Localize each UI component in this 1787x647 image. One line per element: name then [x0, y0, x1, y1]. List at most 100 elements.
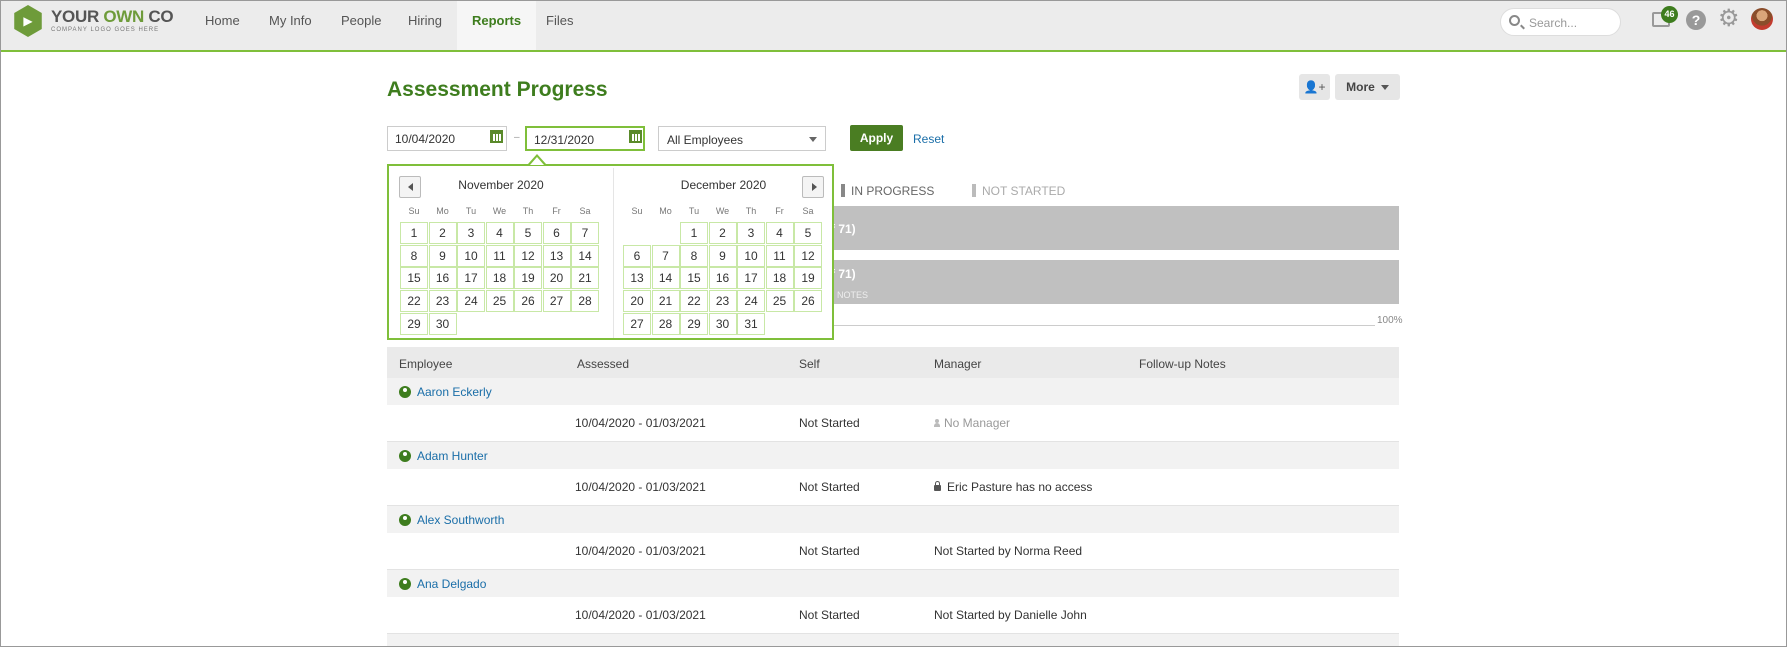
- calendar-day[interactable]: 23: [428, 290, 457, 313]
- calendar-day[interactable]: 19: [794, 267, 822, 290]
- calendar-day[interactable]: 28: [571, 290, 599, 313]
- calendar-day[interactable]: 27: [623, 312, 651, 335]
- weekday-header: Su Mo Tu We Th Fr Sa: [623, 206, 823, 220]
- calendar-day[interactable]: 29: [680, 312, 708, 335]
- calendar-day[interactable]: 10: [737, 244, 765, 267]
- column-manager[interactable]: Manager: [934, 357, 981, 371]
- calendar-day[interactable]: 22: [400, 290, 428, 313]
- nav-tab-files[interactable]: Files: [531, 0, 588, 50]
- column-notes[interactable]: Follow-up Notes: [1139, 357, 1226, 371]
- nav-tab-home[interactable]: Home: [190, 0, 255, 50]
- calendar-day[interactable]: 7: [651, 244, 680, 267]
- apply-button[interactable]: Apply: [850, 125, 903, 151]
- calendar-day[interactable]: 9: [428, 244, 457, 267]
- calendar-day[interactable]: 11: [485, 244, 514, 267]
- calendar-day[interactable]: 24: [737, 290, 765, 313]
- calendar-day[interactable]: 19: [514, 267, 542, 290]
- employee-select[interactable]: All Employees: [658, 126, 826, 151]
- search-placeholder: Search...: [1529, 16, 1578, 30]
- calendar-day[interactable]: 26: [514, 290, 542, 313]
- calendar-day[interactable]: 10: [457, 244, 485, 267]
- calendar-day[interactable]: 22: [680, 290, 708, 313]
- employee-name-link[interactable]: Adam Hunter: [417, 449, 488, 463]
- add-person-button[interactable]: 👤+: [1299, 74, 1330, 100]
- assessed-range: 10/04/2020 - 01/03/2021: [575, 608, 706, 622]
- calendar-day[interactable]: 7: [571, 222, 599, 244]
- calendar-day[interactable]: 4: [765, 222, 794, 244]
- nav-tab-my-info[interactable]: My Info: [254, 0, 327, 50]
- nav-tab-people[interactable]: People: [326, 0, 396, 50]
- calendar-day[interactable]: 30: [708, 312, 737, 335]
- calendar-day[interactable]: 1: [680, 222, 708, 244]
- start-date-input[interactable]: 10/04/2020: [387, 126, 507, 151]
- calendar-day[interactable]: 17: [457, 267, 485, 290]
- day-grid: 1 2 3 4 5 6 7 8 9 10 11 12 13 14 15 16 17 18 19 20 21 22 23 24 2…: [400, 222, 600, 337]
- employee-name-link[interactable]: Aaron Eckerly: [417, 385, 492, 399]
- calendar-day[interactable]: 5: [794, 222, 822, 244]
- help-icon[interactable]: ?: [1686, 10, 1706, 30]
- calendar-day[interactable]: 25: [765, 290, 794, 313]
- calendar-day[interactable]: 6: [623, 244, 651, 267]
- calendar-day[interactable]: 13: [542, 244, 571, 267]
- calendar-day[interactable]: 16: [428, 267, 457, 290]
- calendar-day[interactable]: 8: [400, 244, 428, 267]
- calendar-day[interactable]: 30: [428, 312, 457, 335]
- user-avatar[interactable]: [1751, 8, 1773, 30]
- calendar-day[interactable]: 3: [737, 222, 765, 244]
- calendar-day[interactable]: 9: [708, 244, 737, 267]
- calendar-day[interactable]: 17: [737, 267, 765, 290]
- calendar-day[interactable]: 21: [571, 267, 599, 290]
- calendar-day[interactable]: 20: [623, 290, 651, 313]
- calendar-day[interactable]: 24: [457, 290, 485, 313]
- calendar-day[interactable]: 21: [651, 290, 680, 313]
- calendar-day[interactable]: 4: [485, 222, 514, 244]
- calendar-day[interactable]: 6: [542, 222, 571, 244]
- nav-tab-reports[interactable]: Reports: [457, 0, 537, 50]
- calendar-day[interactable]: 2: [428, 222, 457, 244]
- calendar-icon[interactable]: [629, 130, 642, 143]
- calendar-day[interactable]: 18: [485, 267, 514, 290]
- calendar-day[interactable]: 18: [765, 267, 794, 290]
- nav-tab-hiring[interactable]: Hiring: [393, 0, 457, 50]
- calendar-day[interactable]: 3: [457, 222, 485, 244]
- calendar-day[interactable]: 11: [765, 244, 794, 267]
- calendar-day[interactable]: 14: [571, 244, 599, 267]
- calendar-day[interactable]: 25: [485, 290, 514, 313]
- calendar-day[interactable]: 31: [737, 312, 765, 335]
- table-row-employee: Alex Southworth: [387, 506, 1399, 533]
- company-logo[interactable]: ▶ YOUR OWN CO COMPANY LOGO GOES HERE: [12, 5, 174, 37]
- calendar-day[interactable]: 8: [680, 244, 708, 267]
- calendar-day[interactable]: 20: [542, 267, 571, 290]
- search-input[interactable]: Search...: [1500, 8, 1621, 36]
- calendar-day[interactable]: 12: [794, 244, 822, 267]
- more-button[interactable]: More: [1335, 74, 1400, 100]
- column-self[interactable]: Self: [799, 357, 820, 371]
- employee-name-link[interactable]: Alex Southworth: [417, 513, 504, 527]
- calendar-day[interactable]: 29: [400, 312, 428, 335]
- reset-link[interactable]: Reset: [913, 132, 944, 146]
- person-icon: [934, 419, 940, 427]
- weekday-label: We: [715, 206, 730, 216]
- employee-name-link[interactable]: Ana Delgado: [417, 577, 486, 591]
- gear-icon[interactable]: ⚙: [1718, 7, 1740, 31]
- calendar-day[interactable]: 26: [794, 290, 822, 313]
- calendar-day[interactable]: 27: [542, 290, 571, 313]
- calendar-day[interactable]: 13: [623, 267, 651, 290]
- table-header: Employee Assessed Self Manager Follow-up…: [387, 347, 1399, 378]
- logo-play-icon: ▶: [14, 5, 42, 37]
- calendar-day[interactable]: 15: [680, 267, 708, 290]
- column-employee[interactable]: Employee: [399, 357, 452, 371]
- calendar-day[interactable]: 5: [514, 222, 542, 244]
- calendar-day[interactable]: 15: [400, 267, 428, 290]
- column-assessed[interactable]: Assessed: [577, 357, 629, 371]
- calendar-day[interactable]: 12: [514, 244, 542, 267]
- calendar-icon[interactable]: [490, 130, 503, 143]
- calendar-day[interactable]: 28: [651, 312, 680, 335]
- calendar-day[interactable]: 14: [651, 267, 680, 290]
- calendar-day[interactable]: 2: [708, 222, 737, 244]
- calendar-day[interactable]: 1: [400, 222, 428, 244]
- end-date-input[interactable]: 12/31/2020: [525, 126, 645, 151]
- calendar-day[interactable]: 23: [708, 290, 737, 313]
- calendar-day[interactable]: 16: [708, 267, 737, 290]
- legend-mark: [972, 184, 976, 197]
